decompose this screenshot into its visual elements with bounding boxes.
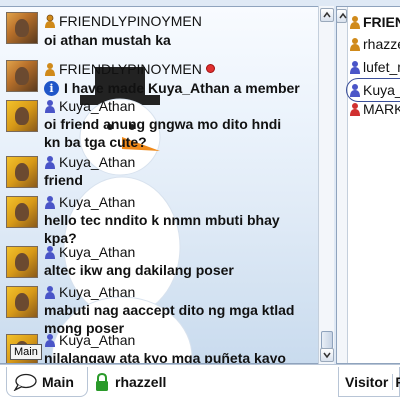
message-body: friend xyxy=(44,171,83,189)
chevron-up-icon xyxy=(323,11,331,18)
message-body: oi friend anung gngwa mo dito hndi xyxy=(44,115,281,133)
chevron-down-icon xyxy=(323,352,331,359)
message-header: FRIENDLYPINOYMEN xyxy=(44,60,215,78)
scroll-down-button[interactable] xyxy=(320,348,334,362)
system-message-text: I have made Kuya_Athan a member xyxy=(64,80,300,96)
message-header: Kuya_Athan xyxy=(44,153,135,171)
owner-user-icon xyxy=(45,14,55,28)
message-username[interactable]: Kuya_Athan xyxy=(59,154,135,170)
member-user-icon xyxy=(45,156,55,169)
chat-scrollbar[interactable] xyxy=(318,6,334,364)
chevron-up-icon xyxy=(339,12,347,19)
message-header: Kuya_Athan xyxy=(44,97,135,115)
message-username[interactable]: Kuya_Athan xyxy=(59,194,135,210)
member-user-icon xyxy=(45,286,55,299)
message-header: FRIENDLYPINOYMEN xyxy=(44,12,202,30)
message-text: oi athan mustah ka xyxy=(44,32,171,48)
member-user-icon xyxy=(45,196,55,209)
tab-label: Visitor xyxy=(345,373,389,390)
member-user-icon xyxy=(350,61,360,74)
info-icon: i xyxy=(44,80,59,96)
message-username[interactable]: Kuya_Athan xyxy=(59,332,135,348)
message-username[interactable]: FRIENDLYPINOYMEN xyxy=(59,13,202,29)
member-user-icon xyxy=(45,334,55,347)
chat-message: Kuya_Athan nilalangaw ata kyo mga puñeta… xyxy=(6,331,318,364)
avatar[interactable] xyxy=(6,196,38,228)
message-text: kn ba tga cute? xyxy=(44,134,147,150)
banned-user-icon xyxy=(350,103,360,116)
user-name: rhazze xyxy=(363,36,400,52)
avatar[interactable] xyxy=(6,12,38,44)
lock-icon xyxy=(96,372,108,391)
avatar[interactable] xyxy=(6,60,38,92)
message-header: Kuya_Athan xyxy=(44,331,135,349)
user-list-item[interactable]: MARKO xyxy=(349,100,400,118)
message-body-continued: kn ba tga cute? xyxy=(44,133,147,151)
owner-user-icon xyxy=(45,63,55,76)
scroll-up-button[interactable] xyxy=(320,8,334,22)
owner-user-icon xyxy=(350,38,360,51)
user-list-item[interactable]: lufet_m xyxy=(349,58,400,76)
tab-label: rhazzell xyxy=(115,374,167,390)
message-username[interactable]: Kuya_Athan xyxy=(59,244,135,260)
message-username[interactable]: Kuya_Athan xyxy=(59,284,135,300)
tab-private-rhazzell[interactable]: rhazzell xyxy=(88,367,180,397)
user-list-scrollbar[interactable] xyxy=(337,7,348,363)
message-body: i I have made Kuya_Athan a member xyxy=(44,79,300,97)
message-username[interactable]: FRIENDLYPINOYMEN xyxy=(59,61,202,77)
message-text: altec ikw ang dakilang poser xyxy=(44,262,234,278)
tab-visitor[interactable]: Visitor F xyxy=(338,367,400,397)
message-text: hello tec nndito k nnmn mbuti bhay xyxy=(44,212,280,228)
user-name: MARKO xyxy=(363,101,400,117)
message-header: Kuya_Athan xyxy=(44,283,135,301)
chat-message: Kuya_Athan hello tec nndito k nnmn mbuti… xyxy=(6,193,318,249)
user-list-item[interactable]: Kuya_ xyxy=(349,81,400,99)
user-name: Kuya_ xyxy=(363,82,400,98)
avatar[interactable] xyxy=(6,286,38,318)
chat-pane: FRIENDLYPINOYMEN oi athan mustah ka FRIE… xyxy=(0,6,334,364)
speech-bubble-icon xyxy=(13,373,37,391)
user-list-item[interactable]: rhazze xyxy=(349,35,400,53)
message-header: Kuya_Athan xyxy=(44,243,135,261)
chat-message: Kuya_Athan oi friend anung gngwa mo dito… xyxy=(6,97,318,153)
member-user-icon xyxy=(45,246,55,259)
tab-bar: Main rhazzell Visitor F xyxy=(0,364,400,400)
red-status-icon xyxy=(205,63,215,73)
chat-message: FRIENDLYPINOYMEN oi athan mustah ka xyxy=(6,9,318,59)
avatar[interactable] xyxy=(6,156,38,188)
message-text: nilalangaw ata kyo mga puñeta kayo xyxy=(44,350,286,364)
message-body: altec ikw ang dakilang poser xyxy=(44,261,234,279)
member-user-icon xyxy=(350,84,360,97)
message-username[interactable]: Kuya_Athan xyxy=(59,98,135,114)
scroll-up-button[interactable] xyxy=(337,9,347,23)
message-body: oi athan mustah ka xyxy=(44,31,171,49)
message-text: oi friend anung gngwa mo dito hndi xyxy=(44,116,282,132)
user-name: FRIEN xyxy=(363,14,400,30)
message-body: nilalangaw ata kyo mga puñeta kayo xyxy=(44,349,286,364)
avatar[interactable] xyxy=(6,100,38,132)
tab-main[interactable]: Main xyxy=(6,367,88,397)
member-user-icon xyxy=(45,100,55,113)
tab-label: Main xyxy=(42,373,74,390)
message-text: friend xyxy=(44,172,83,188)
tab-label-extra: F xyxy=(392,373,400,390)
message-header: Kuya_Athan xyxy=(44,193,135,211)
message-text: mabuti nag aaccept dito ng mga ktlad xyxy=(44,302,295,318)
chat-message: Kuya_Athan altec ikw ang dakilang poser xyxy=(6,243,318,281)
tooltip: Main xyxy=(10,344,42,360)
message-body: hello tec nndito k nnmn mbuti bhay xyxy=(44,211,280,229)
message-list: FRIENDLYPINOYMEN oi athan mustah ka FRIE… xyxy=(0,7,318,364)
owner-user-icon xyxy=(350,16,360,29)
avatar[interactable] xyxy=(6,246,38,278)
scroll-thumb[interactable] xyxy=(321,331,333,349)
chat-message: Kuya_Athan friend xyxy=(6,153,318,191)
user-list-item[interactable]: FRIEN xyxy=(349,13,400,31)
message-body: mabuti nag aaccept dito ng mga ktlad xyxy=(44,301,294,319)
user-name: lufet_m xyxy=(363,59,400,75)
user-list-pane: FRIEN rhazze lufet_m Kuya_ MARKO xyxy=(336,6,400,364)
